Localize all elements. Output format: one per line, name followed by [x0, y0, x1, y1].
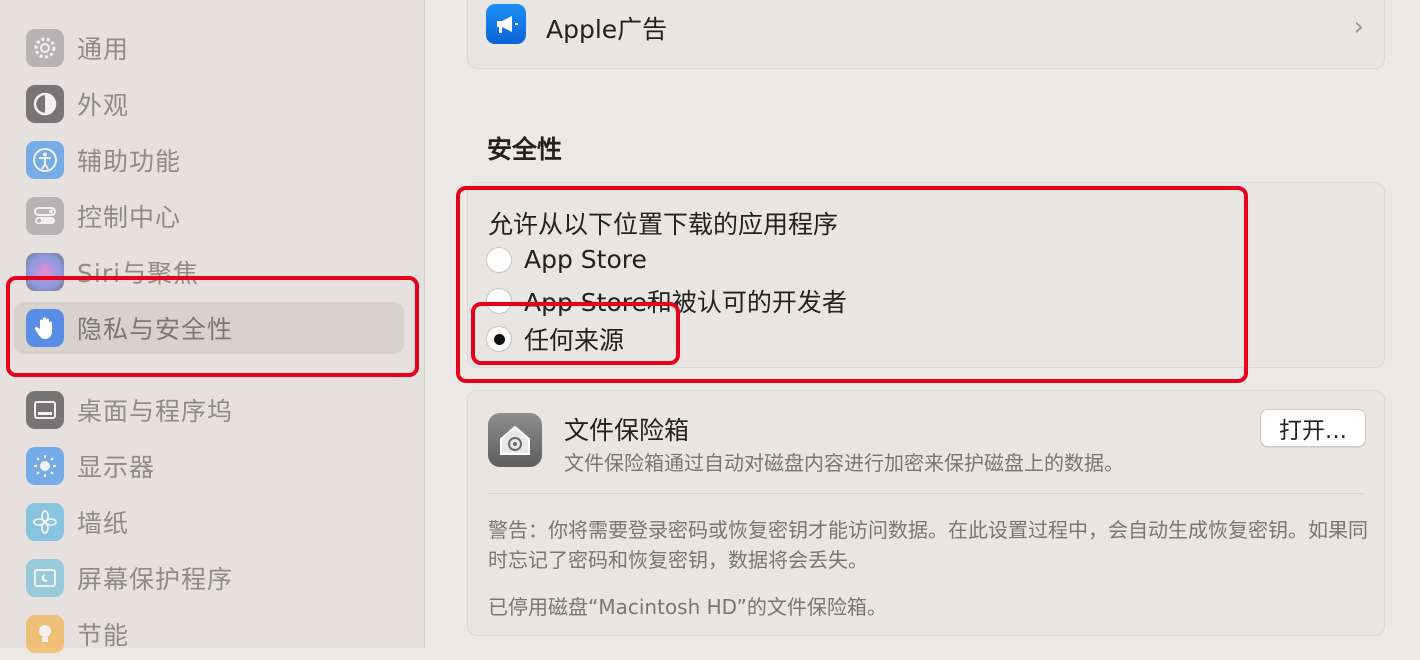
filevault-title: 文件保险箱 [564, 416, 690, 445]
gear-icon [26, 29, 64, 67]
appearance-icon [26, 85, 64, 123]
apple-ads-label: Apple广告 [546, 15, 668, 44]
wallpaper-icon [26, 503, 64, 541]
sidebar-item-energy[interactable]: 节能 [14, 608, 404, 660]
open-filevault-button[interactable]: 打开... [1260, 409, 1366, 447]
sidebar-item-label: 外观 [77, 91, 130, 120]
apple-ads-row[interactable]: Apple广告 › [467, 0, 1385, 69]
sidebar-item-label: 墙纸 [77, 509, 130, 538]
filevault-warning: 警告：你将需要登录密码或恢复密钥才能访问数据。在此设置过程中，会自动生成恢复密钥… [488, 518, 1368, 572]
sidebar-item-displays[interactable]: 显示器 [14, 440, 404, 492]
sidebar-item-appearance[interactable]: 外观 [14, 78, 404, 130]
filevault-status-note: 已停用磁盘“Macintosh HD”的文件保险箱。 [488, 595, 887, 619]
sidebar-item-label: 屏幕保护程序 [77, 565, 234, 594]
sidebar-item-accessibility[interactable]: 辅助功能 [14, 134, 404, 186]
divider [488, 493, 1364, 494]
highlight-privacy-security [6, 276, 419, 377]
sidebar-item-label: 节能 [77, 621, 130, 650]
sidebar-item-desktop-dock[interactable]: 桌面与程序坞 [14, 384, 404, 436]
sidebar-item-general[interactable]: 通用 [14, 22, 404, 74]
sidebar-item-label: 桌面与程序坞 [77, 397, 234, 426]
sidebar-item-label: 控制中心 [77, 203, 182, 232]
sidebar-item-label: 通用 [77, 35, 130, 64]
accessibility-icon [26, 141, 64, 179]
house-safe-icon [488, 413, 542, 467]
energy-icon [26, 615, 64, 653]
sidebar-item-wallpaper[interactable]: 墙纸 [14, 496, 404, 548]
sidebar-item-screensaver[interactable]: 屏幕保护程序 [14, 552, 404, 604]
filevault-card: 文件保险箱 文件保险箱通过自动对磁盘内容进行加密来保护磁盘上的数据。 打开...… [467, 390, 1385, 636]
control-center-icon [26, 197, 64, 235]
sidebar-item-label: 辅助功能 [77, 147, 182, 176]
highlight-anywhere-option [471, 302, 680, 365]
chevron-right-icon: › [1353, 12, 1364, 42]
filevault-description: 文件保险箱通过自动对磁盘内容进行加密来保护磁盘上的数据。 [564, 451, 1124, 475]
sidebar-item-control-center[interactable]: 控制中心 [14, 190, 404, 242]
sidebar-item-label: 显示器 [77, 453, 156, 482]
dock-icon [26, 391, 64, 429]
display-icon [26, 447, 64, 485]
megaphone-icon [486, 4, 526, 44]
security-section-title: 安全性 [487, 135, 563, 164]
screensaver-icon [26, 559, 64, 597]
